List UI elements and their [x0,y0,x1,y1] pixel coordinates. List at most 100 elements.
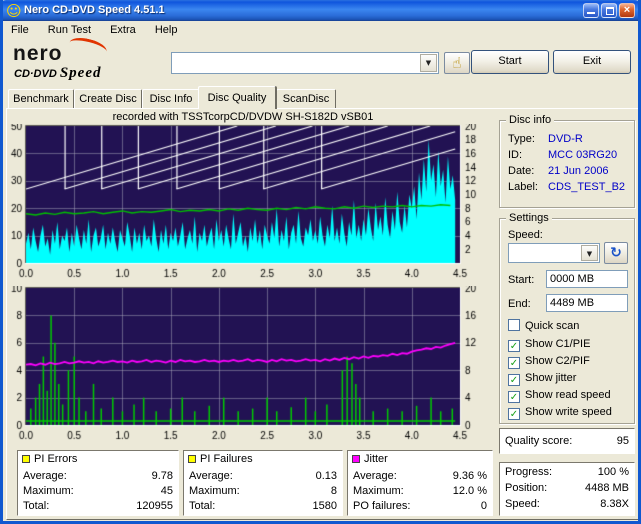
checkbox-box[interactable] [508,319,520,331]
exit-button[interactable]: Exit [553,50,631,74]
menu-file[interactable]: File [3,21,37,36]
position-value: 4488 MB [584,482,629,494]
window-title: Nero CD-DVD Speed 4.51.1 [24,4,165,16]
disc-id-label: ID: [508,149,523,161]
stat-label: Maximum: [189,485,240,497]
speed-value: 8.38X [600,498,629,510]
pi-errors-chart [3,124,481,286]
checkbox-label: Show read speed [525,389,611,401]
refresh-icon: ↻ [610,245,622,261]
checkbox-box[interactable]: ✓ [508,357,520,369]
stat-label: Maximum: [353,485,404,497]
progress-label: Progress: [505,466,553,478]
maximize-button[interactable] [601,3,617,18]
checkbox-show-write-speed[interactable]: ✓ Show write speed [508,406,612,420]
quality-score-label: Quality score: [505,435,573,447]
disc-info-group: Disc info Type: DVD-R ID: MCC 03RG20 Date:… [499,114,635,208]
speed-label: Speed: [508,229,543,241]
disc-date-value: 21 Jun 2006 [548,165,609,177]
stat-label: PO failures: [353,500,411,512]
checkbox-box[interactable]: ✓ [508,391,520,403]
settings-title: Settings [506,212,552,224]
checkbox-show-c1-pie[interactable]: ✓ Show C1/PIE [508,338,590,352]
speed-select[interactable]: 8X ▼ [508,243,600,263]
progress-value: 100 % [597,466,629,478]
disc-label-label: Label: [508,181,538,193]
tab-create-disc[interactable]: Create Disc [74,89,142,109]
app-icon: ☺ [6,2,22,20]
checkbox-box[interactable]: ✓ [508,408,520,420]
menu-extra[interactable]: Extra [102,21,144,36]
end-position-field[interactable]: 4489 MB [546,294,628,312]
disc-info-row: ID: MCC 03RG20 [508,149,630,161]
menu-bar: File Run Test Extra Help [3,21,638,40]
stat-label: Total: [23,500,50,512]
tab-scandisc[interactable]: ScanDisc [276,89,336,109]
stat-label: Average: [189,470,233,482]
checkbox-quick-scan[interactable]: Quick scan [508,319,579,333]
start-button[interactable]: Start [471,50,549,74]
title-bar[interactable]: ☺ Nero CD-DVD Speed 4.51.1 × [3,0,638,21]
tab-disc-info[interactable]: Disc Info [142,89,200,109]
disc-info-title: Disc info [506,114,555,126]
maximize-icon [606,7,614,15]
hand-icon: ☝ [452,54,462,72]
checkbox-show-jitter[interactable]: ✓ Show jitter [508,372,576,386]
disc-info-row: Type: DVD-R [508,133,630,145]
quality-score-value: 95 [616,435,629,447]
minimize-icon [587,12,595,14]
logo-speed-text: Speed [59,65,102,81]
progress-panel: Progress: 100 % Position: 4488 MB Speed: 8.… [499,462,635,516]
pi-errors-panel: PI Errors Average: 9.78 Maximum: 45 Total:… [17,450,179,516]
start-position-label: Start: [508,274,535,286]
drive-info-button[interactable]: ☝ [444,52,470,74]
disc-id-value: MCC 03RG20 [548,149,618,161]
checkbox-label: Show write speed [525,406,612,418]
stat-label: Average: [353,470,397,482]
disc-type-value: DVD-R [548,133,583,145]
pi-errors-title: PI Errors [34,453,78,465]
close-button[interactable]: × [619,3,635,18]
end-position-label: End: [508,298,531,310]
pi-failures-title: PI Failures [200,453,253,465]
drive-select[interactable]: [1:0] BENQ DVD DD DW1640 BSLB ▼ [171,52,439,74]
menu-run-test[interactable]: Run Test [40,21,99,36]
jitter-panel: Jitter Average: 9.36 % Maximum: 12.0 % PO … [347,450,493,516]
stat-value: 9.78 [151,470,173,482]
menu-help[interactable]: Help [147,21,186,36]
stat-value: 1580 [312,500,337,512]
stat-value: 45 [160,485,173,497]
disc-type-label: Type: [508,133,535,145]
refresh-speeds-button[interactable]: ↻ [604,242,628,264]
checkbox-box[interactable]: ✓ [508,374,520,386]
chevron-down-icon[interactable]: ▼ [420,54,437,72]
nero-brand-text: nero [13,42,63,65]
checkbox-box[interactable]: ✓ [508,340,520,352]
quality-score-panel: Quality score: 95 [499,428,635,454]
pif-jitter-chart [3,286,481,448]
chevron-down-icon[interactable]: ▼ [581,245,598,261]
stat-value: 0.13 [315,470,337,482]
checkbox-show-read-speed[interactable]: ✓ Show read speed [508,389,611,403]
disc-label-value: CDS_TEST_B2 [548,181,626,193]
stat-value: 9.36 % [452,470,487,482]
position-label: Position: [505,482,548,494]
tab-benchmark[interactable]: Benchmark [8,89,74,109]
tab-disc-quality[interactable]: Disc Quality [198,86,276,109]
pi-failures-swatch [188,455,196,463]
checkbox-show-c2-pif[interactable]: ✓ Show C2/PIF [508,355,590,369]
stat-value: 120955 [136,500,173,512]
pi-failures-panel: PI Failures Average: 0.13 Maximum: 8 Total… [183,450,343,516]
chart-title: recorded with TSSTcorpCD/DVDW SH-S182D v… [112,111,374,123]
speed-label: Speed: [505,498,540,510]
disc-date-label: Date: [508,165,535,177]
start-position-field[interactable]: 0000 MB [546,270,628,288]
checkbox-label: Quick scan [525,320,580,332]
jitter-title: Jitter [364,453,388,465]
stat-label: Average: [23,470,67,482]
stat-value: 0 [480,500,487,512]
disc-info-row: Date: 21 Jun 2006 [508,165,630,177]
jitter-swatch [352,455,360,463]
checkbox-label: Show C1/PIE [525,338,591,350]
minimize-button[interactable] [583,3,599,18]
